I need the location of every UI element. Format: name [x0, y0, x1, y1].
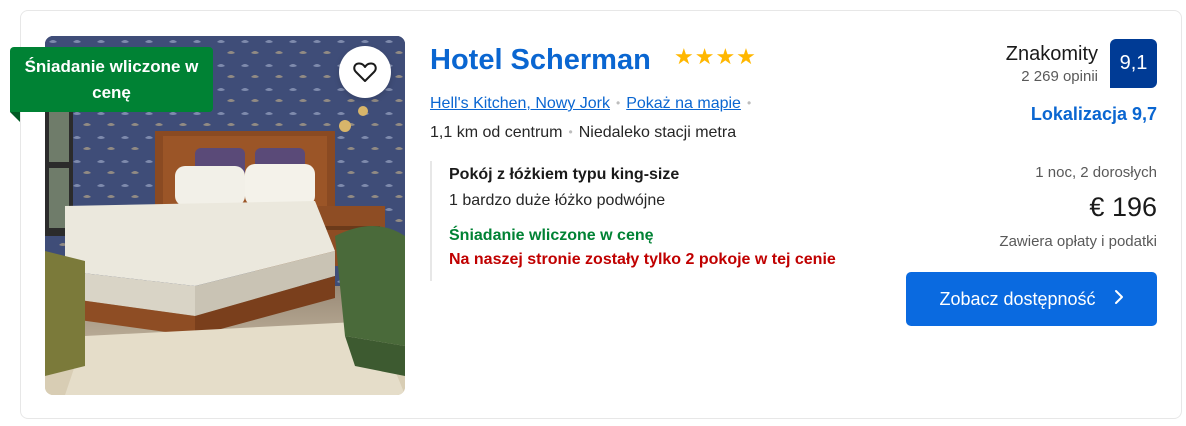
separator-dot: • [568, 125, 573, 139]
favorite-button[interactable] [339, 46, 391, 98]
distance-line: 1,1 km od centrum • Niedaleko stacji metra [430, 124, 736, 142]
location-score: Lokalizacja 9,7 [1030, 104, 1157, 124]
room-title: Pokój z łóżkiem typu king-size [449, 166, 680, 183]
ribbon-fold [10, 112, 20, 122]
cta-label: Zobacz dostępność [939, 288, 1096, 309]
stay-guests: 1 noc, 2 dorosłych [1035, 164, 1157, 181]
review-score-badge[interactable]: 9,1 [1110, 39, 1157, 88]
chevron-right-icon [1114, 289, 1124, 310]
distance-text: 1,1 km od centrum [430, 124, 563, 141]
ribbon-text: Śniadanie wliczone w cenę [24, 57, 199, 102]
star-rating: ★★★★ [674, 44, 757, 69]
show-on-map-link[interactable]: Pokaż na mapie [626, 95, 741, 112]
review-count[interactable]: 2 269 opinii [1021, 68, 1098, 85]
price: € 196 [1089, 192, 1157, 222]
room-bed: 1 bardzo duże łóżko podwójne [449, 192, 666, 209]
separator-dot: • [616, 96, 621, 110]
review-word[interactable]: Znakomity [1006, 43, 1098, 66]
neighborhood-link[interactable]: Hell's Kitchen, Nowy Jork [430, 95, 610, 112]
scarcity-message: Na naszej stronie zostały tylko 2 pokoje… [449, 251, 836, 268]
heart-icon [353, 62, 377, 82]
taxes-note: Zawiera opłaty i podatki [999, 233, 1157, 250]
transit-text: Niedaleko stacji metra [578, 124, 737, 141]
hotel-name-link[interactable]: Hotel Scherman [430, 44, 651, 77]
see-availability-button[interactable]: Zobacz dostępność [906, 272, 1157, 326]
separator-dot: • [746, 96, 752, 110]
room-details: Pokój z łóżkiem typu king-size 1 bardzo … [430, 161, 900, 281]
breakfast-ribbon: Śniadanie wliczone w cenę [10, 47, 213, 112]
location-line: Hell's Kitchen, Nowy Jork • Pokaż na mapie… [430, 95, 757, 113]
breakfast-included: Śniadanie wliczone w cenę [449, 227, 654, 244]
